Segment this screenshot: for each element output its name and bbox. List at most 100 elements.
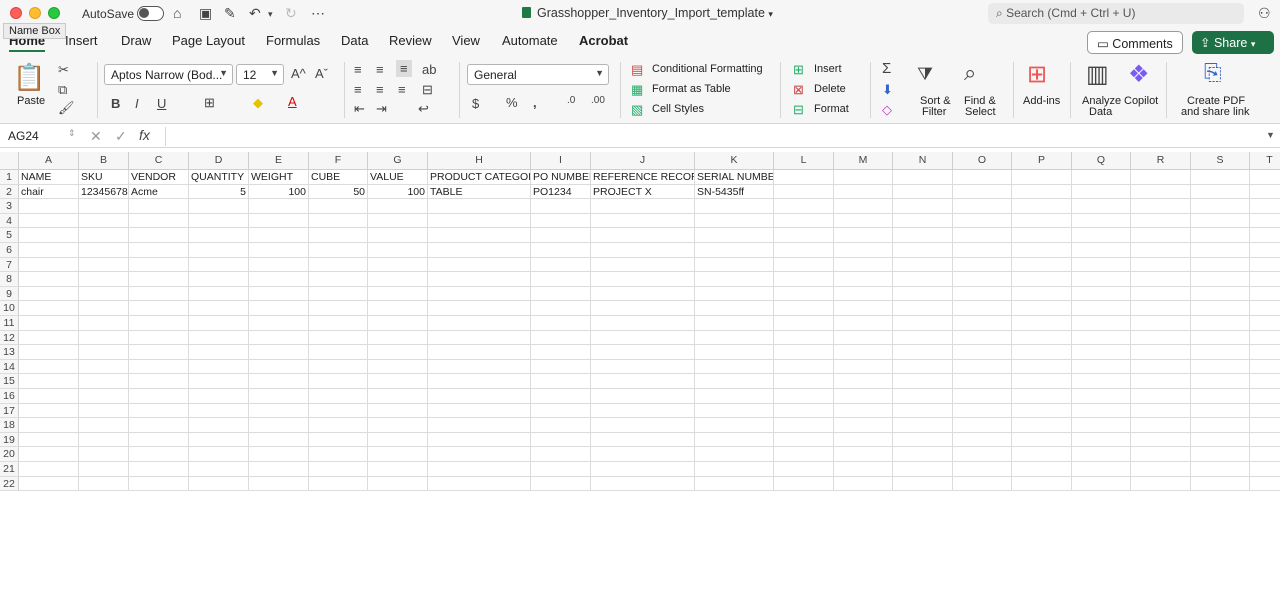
cell-D14[interactable] (189, 359, 249, 375)
autosave-toggle[interactable] (137, 6, 164, 21)
cell-T14[interactable] (1250, 360, 1280, 375)
cell-N12[interactable] (893, 330, 953, 346)
close-window-button[interactable] (10, 7, 22, 19)
find-select-label-2[interactable]: Select (965, 106, 996, 118)
cell-E3[interactable] (249, 199, 309, 214)
cell-S2[interactable] (1191, 184, 1250, 200)
cell-S1[interactable] (1191, 170, 1250, 185)
cell-L14[interactable] (774, 359, 834, 375)
cell-M12[interactable] (834, 330, 893, 346)
cell-N19[interactable] (893, 432, 953, 448)
tab-page-layout[interactable]: Page Layout (172, 33, 245, 48)
cell-N17[interactable] (893, 403, 953, 419)
cell-D11[interactable] (189, 316, 249, 331)
undo-dropdown-icon[interactable]: ▾ (268, 9, 273, 20)
cell-E8[interactable] (249, 272, 309, 287)
cell-F14[interactable] (309, 359, 368, 375)
wrap-text-icon[interactable]: ↩ (418, 101, 429, 117)
cell-O10[interactable] (953, 301, 1012, 316)
cell-A21[interactable] (19, 462, 79, 477)
cell-P20[interactable] (1012, 447, 1072, 462)
cell-C17[interactable] (129, 403, 189, 419)
cell-Q19[interactable] (1072, 432, 1131, 448)
cell-S8[interactable] (1191, 272, 1250, 287)
cell-D16[interactable] (189, 389, 249, 404)
cell-C15[interactable] (129, 374, 189, 389)
share-button[interactable]: ⇪ Share ▾ (1192, 31, 1274, 54)
cell-J18[interactable] (591, 418, 695, 433)
column-header-S[interactable]: S (1191, 152, 1250, 170)
cell-J20[interactable] (591, 447, 695, 462)
cell-H15[interactable] (428, 374, 531, 389)
cell-Q9[interactable] (1072, 286, 1131, 302)
comments-button[interactable]: ▭ Comments (1087, 31, 1183, 54)
cell-K8[interactable] (695, 272, 774, 287)
format-as-table-button[interactable]: Format as Table (652, 83, 731, 95)
insert-cells-icon[interactable]: ⊞ (793, 62, 804, 78)
cell-N16[interactable] (893, 389, 953, 404)
cell-R9[interactable] (1131, 286, 1191, 302)
cell-I22[interactable] (531, 476, 591, 492)
format-cells-button[interactable]: Format (814, 103, 849, 115)
cell-H21[interactable] (428, 462, 531, 477)
cell-D8[interactable] (189, 272, 249, 287)
cell-O15[interactable] (953, 374, 1012, 389)
cell-F11[interactable] (309, 316, 368, 331)
cell-R16[interactable] (1131, 389, 1191, 404)
row-header-1[interactable]: 1 (0, 170, 19, 185)
conditional-formatting-icon[interactable]: ▤ (631, 62, 643, 78)
font-size-select[interactable]: 12 ▼ (236, 64, 284, 85)
cell-D1[interactable]: QUANTITY (189, 170, 249, 185)
row-header-14[interactable]: 14 (0, 359, 19, 375)
cell-O11[interactable] (953, 316, 1012, 331)
cell-Q16[interactable] (1072, 389, 1131, 404)
cell-M19[interactable] (834, 432, 893, 448)
cell-O2[interactable] (953, 184, 1012, 200)
cell-E5[interactable] (249, 228, 309, 243)
column-header-A[interactable]: A (19, 152, 79, 170)
cell-styles-button[interactable]: Cell Styles (652, 103, 704, 115)
cell-E12[interactable] (249, 330, 309, 346)
cell-S19[interactable] (1191, 432, 1250, 448)
cell-S4[interactable] (1191, 213, 1250, 229)
cell-S18[interactable] (1191, 418, 1250, 433)
cell-N21[interactable] (893, 462, 953, 477)
underline-button[interactable]: U (157, 96, 166, 111)
save-as-icon[interactable]: ✎ (224, 5, 236, 22)
cell-H8[interactable] (428, 272, 531, 287)
autosum-icon[interactable]: Σ (882, 60, 891, 77)
cell-O7[interactable] (953, 257, 1012, 273)
cell-A3[interactable] (19, 199, 79, 214)
cell-Q22[interactable] (1072, 476, 1131, 492)
find-select-icon[interactable]: ⌕ (964, 60, 976, 86)
cell-J10[interactable] (591, 301, 695, 316)
cell-N13[interactable] (893, 345, 953, 360)
cell-S15[interactable] (1191, 374, 1250, 389)
cell-G13[interactable] (368, 345, 428, 360)
cell-A4[interactable] (19, 213, 79, 229)
cell-I21[interactable] (531, 462, 591, 477)
conditional-formatting-button[interactable]: Conditional Formatting (652, 63, 763, 75)
row-header-21[interactable]: 21 (0, 462, 19, 477)
cell-I11[interactable] (531, 316, 591, 331)
row-header-17[interactable]: 17 (0, 403, 19, 419)
cell-I1[interactable]: PO NUMBER (531, 170, 591, 185)
cell-S13[interactable] (1191, 345, 1250, 360)
cell-K17[interactable] (695, 403, 774, 419)
cell-C4[interactable] (129, 213, 189, 229)
cell-I19[interactable] (531, 432, 591, 448)
cell-J14[interactable] (591, 359, 695, 375)
cell-Q5[interactable] (1072, 228, 1131, 243)
cell-B6[interactable] (79, 243, 129, 258)
cell-E22[interactable] (249, 476, 309, 492)
cell-L21[interactable] (774, 462, 834, 477)
cell-P21[interactable] (1012, 462, 1072, 477)
cell-K16[interactable] (695, 389, 774, 404)
cell-A9[interactable] (19, 286, 79, 302)
format-painter-icon[interactable]: 🖌 (58, 100, 75, 116)
cell-C5[interactable] (129, 228, 189, 243)
cell-D15[interactable] (189, 374, 249, 389)
cell-L12[interactable] (774, 330, 834, 346)
cell-O13[interactable] (953, 345, 1012, 360)
cell-E11[interactable] (249, 316, 309, 331)
